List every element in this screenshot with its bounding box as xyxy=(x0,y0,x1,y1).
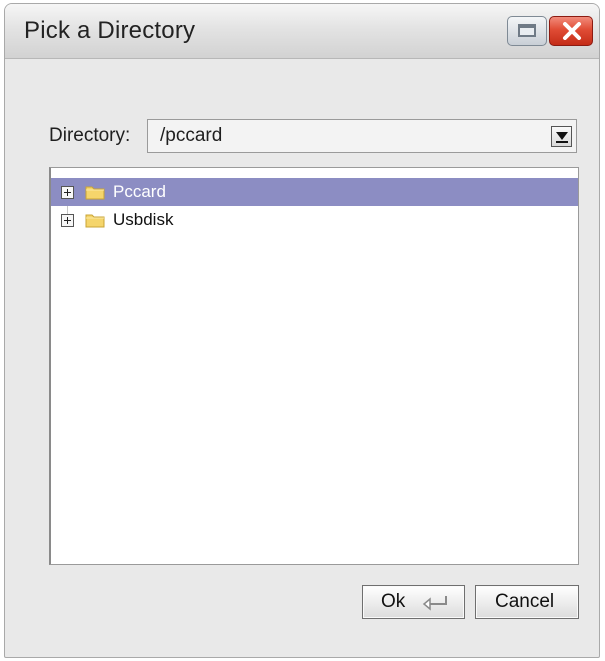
ok-button[interactable]: Ok xyxy=(362,585,465,619)
tree-item-label: Usbdisk xyxy=(113,210,174,229)
directory-combobox[interactable]: /pccard xyxy=(147,119,577,153)
cancel-button[interactable]: Cancel xyxy=(475,585,579,619)
directory-dropdown-button[interactable] xyxy=(551,126,572,147)
pick-directory-dialog: Pick a Directory Directory: /pccard Pcca… xyxy=(4,3,600,658)
chevron-down-icon xyxy=(556,132,568,140)
maximize-icon xyxy=(518,24,536,37)
title-bar[interactable]: Pick a Directory xyxy=(5,4,599,59)
tree-item-label: Pccard xyxy=(113,182,166,201)
enter-key-icon xyxy=(422,596,447,611)
cancel-button-label: Cancel xyxy=(495,591,555,612)
folder-icon xyxy=(85,214,105,228)
expand-icon[interactable] xyxy=(61,186,74,199)
directory-label: Directory: xyxy=(49,125,131,146)
expand-icon[interactable] xyxy=(61,214,74,227)
directory-value: /pccard xyxy=(160,125,223,146)
close-button[interactable] xyxy=(549,16,593,46)
close-icon xyxy=(563,22,581,40)
directory-tree[interactable]: Pccard Usbdisk xyxy=(49,167,579,565)
ok-button-label: Ok xyxy=(381,591,406,612)
dialog-title: Pick a Directory xyxy=(24,17,196,44)
tree-item-pccard[interactable]: Pccard xyxy=(51,178,578,206)
tree-item-usbdisk[interactable]: Usbdisk xyxy=(51,206,578,234)
maximize-button[interactable] xyxy=(507,16,547,46)
folder-icon xyxy=(85,186,105,200)
